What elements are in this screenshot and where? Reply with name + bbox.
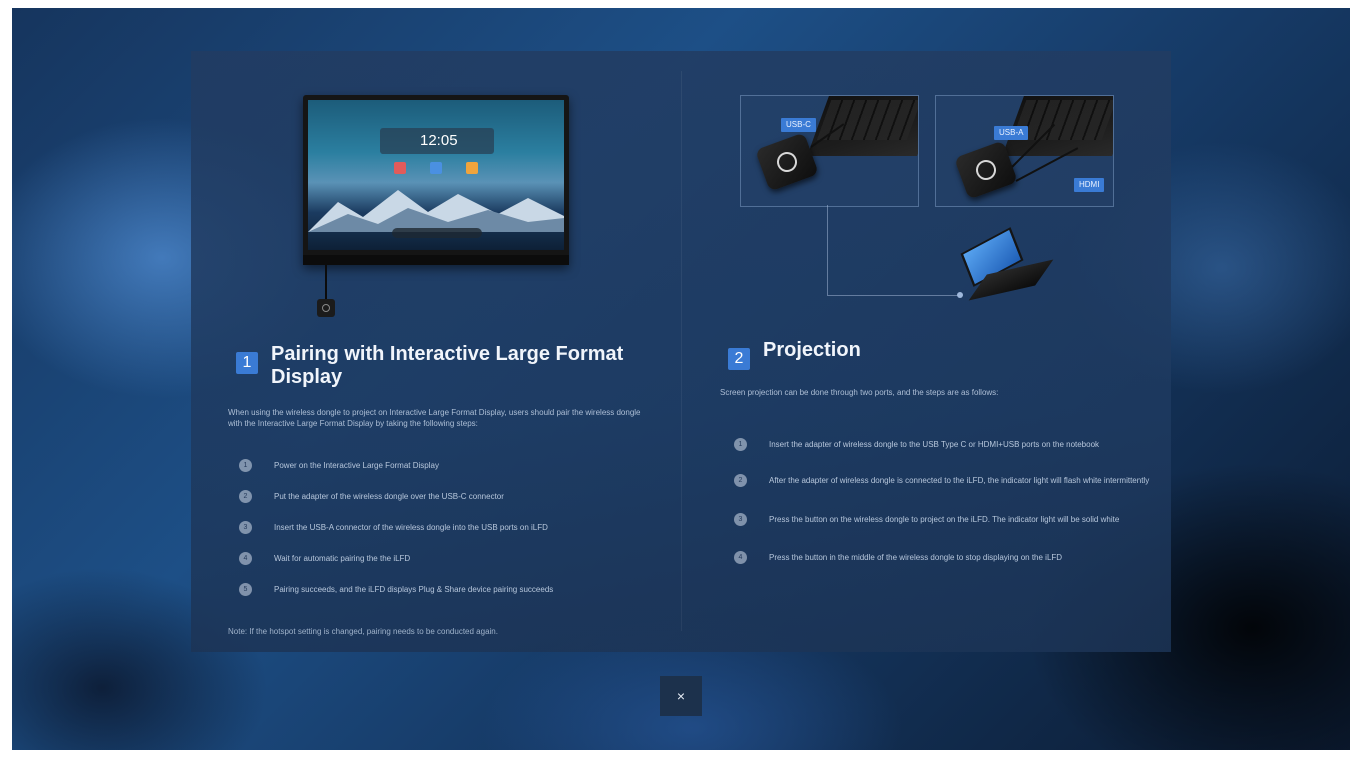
usb-c-port-illustration: USB-C [740, 95, 919, 207]
mountain-wallpaper [308, 190, 564, 232]
pairing-intro: When using the wireless dongle to projec… [228, 408, 641, 428]
laptop-keyboard [816, 100, 918, 140]
usb-a-badge: USB-A [994, 126, 1029, 140]
step-number-icon: 2 [734, 474, 747, 487]
list-item: 5 Pairing succeeds, and the iLFD display… [239, 583, 659, 616]
list-item: 4 Wait for automatic pairing the the iLF… [239, 552, 659, 585]
background-frame: 12:05 USB-C USB-A HDMI 1 Pairing with In… [12, 8, 1350, 750]
clock-widget: 12:05 [380, 128, 494, 154]
projection-steps-list: 1 Insert the adapter of wireless dongle … [734, 438, 1154, 573]
section-number-badge: 1 [236, 352, 258, 374]
close-button[interactable]: × [660, 676, 702, 716]
projection-intro: Screen projection can be done through tw… [720, 388, 999, 397]
list-item: 2 Put the adapter of the wireless dongle… [239, 490, 659, 523]
step-text: Pairing succeeds, and the iLFD displays … [274, 585, 554, 594]
step-text: After the adapter of wireless dongle is … [769, 476, 1150, 485]
usb-c-badge: USB-C [781, 118, 816, 132]
step-text: Press the button on the wireless dongle … [769, 515, 1120, 524]
dongle-icon [755, 132, 819, 192]
pairing-toast [392, 228, 482, 238]
step-text: Wait for automatic pairing the the iLFD [274, 554, 411, 563]
section-number-badge: 2 [728, 348, 750, 370]
step-number-icon: 4 [734, 551, 747, 564]
pairing-steps-list: 1 Power on the Interactive Large Format … [239, 459, 659, 616]
laptop-illustration [957, 227, 1054, 307]
step-text: Press the button in the middle of the wi… [769, 553, 1063, 562]
guide-panel: 12:05 USB-C USB-A HDMI 1 Pairing with In… [191, 51, 1171, 652]
step-number-icon: 4 [239, 552, 252, 565]
step-number-icon: 3 [239, 521, 252, 534]
step-number-icon: 1 [734, 438, 747, 451]
projection-section-header: 2 Projection [728, 339, 1128, 370]
step-text: Insert the adapter of wireless dongle to… [769, 440, 1100, 449]
clock-time: 12:05 [420, 132, 458, 149]
list-item: 3 Press the button on the wireless dongl… [734, 513, 1154, 553]
list-item: 1 Insert the adapter of wireless dongle … [734, 438, 1154, 476]
list-item: 3 Insert the USB-A connector of the wire… [239, 521, 659, 554]
display-bezel [303, 255, 569, 265]
pairing-section-title: Pairing with Interactive Large Format Di… [271, 343, 624, 388]
app-tile-icon [394, 162, 406, 174]
app-tile-icon [430, 162, 442, 174]
hdmi-badge: HDMI [1074, 178, 1105, 192]
pairing-note: Note: If the hotspot setting is changed,… [228, 627, 498, 636]
projection-section-title: Projection [763, 339, 861, 361]
step-number-icon: 5 [239, 583, 252, 596]
pairing-section-header: 1 Pairing with Interactive Large Format … [236, 343, 636, 389]
list-item: 4 Press the button in the middle of the … [734, 551, 1154, 573]
display-screen: 12:05 [308, 100, 564, 250]
step-text: Insert the USB-A connector of the wirele… [274, 523, 548, 532]
dongle-icon [317, 299, 335, 317]
step-text: Put the adapter of the wireless dongle o… [274, 492, 504, 501]
dongle-cable [325, 265, 327, 299]
list-item: 1 Power on the Interactive Large Format … [239, 459, 659, 492]
connector-line [827, 295, 960, 296]
step-number-icon: 3 [734, 513, 747, 526]
interactive-display-illustration: 12:05 [303, 95, 569, 265]
step-number-icon: 1 [239, 459, 252, 472]
connector-line [827, 205, 828, 295]
list-item: 2 After the adapter of wireless dongle i… [734, 474, 1154, 515]
step-number-icon: 2 [239, 490, 252, 503]
app-tile-icon [466, 162, 478, 174]
usb-a-port-illustration: USB-A HDMI [935, 95, 1114, 207]
step-text: Power on the Interactive Large Format Di… [274, 461, 439, 470]
panel-divider [681, 71, 682, 631]
